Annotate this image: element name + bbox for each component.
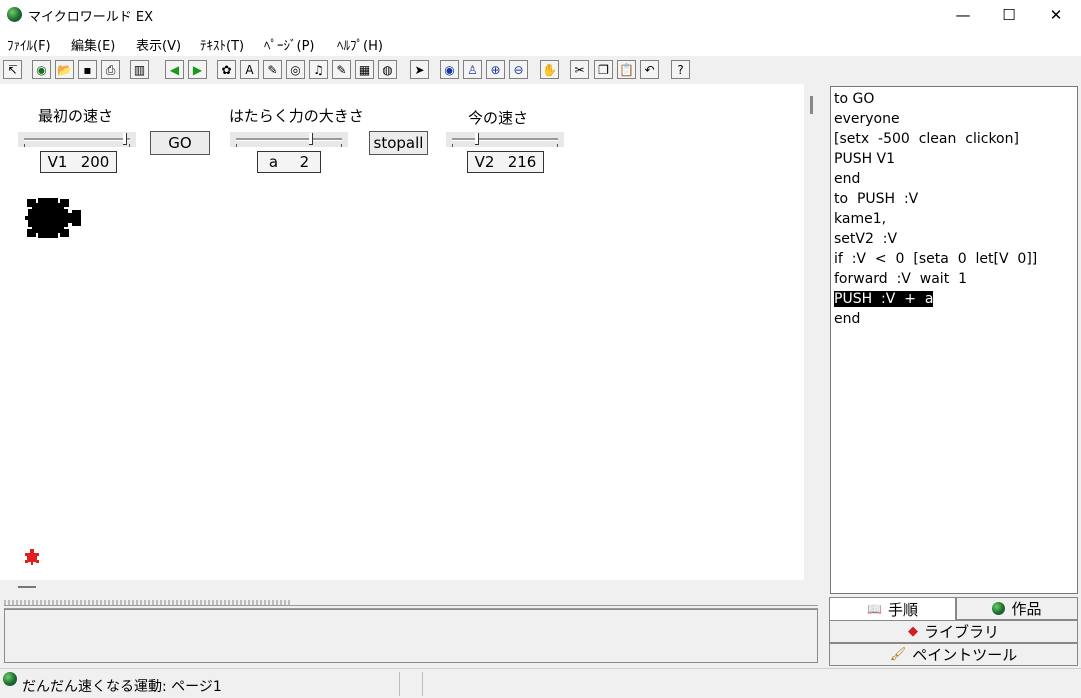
slider3-value: 216: [507, 153, 537, 171]
hscroll-thumb[interactable]: [18, 586, 36, 588]
slider2-track[interactable]: [230, 132, 348, 147]
stop-hand-icon[interactable]: ✋: [540, 60, 559, 79]
tab-procedures-label: 手順: [887, 600, 918, 619]
tab-library[interactable]: ◆ ライブラリ: [829, 620, 1078, 643]
tab-works-label: 作品: [1011, 600, 1042, 618]
status-bar: だんだん速くなる運動: ページ1: [0, 668, 1081, 698]
go-button[interactable]: GO: [150, 131, 210, 155]
maximize-button[interactable]: ☐: [986, 0, 1032, 30]
stopall-button[interactable]: stopall: [369, 131, 428, 155]
tab-paint-tools[interactable]: 🖌 ペイントツール: [829, 643, 1078, 666]
menu-page[interactable]: ﾍﾟｰｼﾞ(P): [264, 35, 314, 54]
stamp-icon[interactable]: ♙: [463, 60, 482, 79]
slider3-var: V2: [474, 153, 495, 171]
menu-edit[interactable]: 編集(E): [71, 35, 115, 54]
paint-icon[interactable]: ✎: [263, 60, 282, 79]
slider3-value-box: V2 216: [467, 151, 544, 173]
status-divider: [399, 672, 400, 696]
menu-help[interactable]: ﾍﾙﾌﾟ(H): [337, 35, 383, 54]
title-bar: マイクロワールド EX — ☐ ✕: [0, 0, 1081, 30]
help-icon[interactable]: ?: [671, 60, 690, 79]
code-line[interactable]: forward :V wait 1: [834, 271, 967, 287]
slider1-thumb[interactable]: [122, 133, 127, 145]
code-line[interactable]: end: [834, 171, 860, 187]
turtle-new-icon[interactable]: ✿: [217, 60, 236, 79]
slider1-track[interactable]: [18, 132, 136, 147]
slider2-label: はたらく力の大きさ: [229, 107, 364, 125]
code-line[interactable]: to PUSH :V: [834, 191, 918, 207]
status-globe-icon: [3, 672, 17, 686]
slider2-value-box: a 2: [257, 151, 321, 173]
menu-file[interactable]: ﾌｧｲﾙ(F): [7, 35, 51, 54]
book-icon: 📖: [867, 602, 882, 616]
minimize-button[interactable]: —: [940, 0, 986, 30]
app-globe-icon: [7, 7, 22, 22]
window-title: マイクロワールド EX: [28, 10, 153, 25]
tab-procedures[interactable]: 📖 手順: [829, 597, 956, 620]
tab-library-label: ライブラリ: [923, 623, 999, 641]
code-line[interactable]: to GO: [834, 91, 874, 107]
slider2-thumb[interactable]: [308, 133, 313, 145]
tab-works[interactable]: 作品: [956, 597, 1078, 620]
slider3-label: 今の速さ: [468, 109, 529, 127]
open-folder-icon[interactable]: 📂: [55, 60, 74, 79]
menu-bar: ﾌｧｲﾙ(F) 編集(E) 表示(V) ﾃｷｽﾄ(T) ﾍﾟｰｼﾞ(P) ﾍﾙﾌ…: [0, 30, 1081, 56]
layout-icon[interactable]: ▥: [130, 60, 149, 79]
music-icon[interactable]: ♫: [309, 60, 328, 79]
cut-icon[interactable]: ✂: [570, 60, 589, 79]
code-line[interactable]: [setx -500 clean clickon]: [834, 131, 1019, 147]
copy-icon[interactable]: ❐: [594, 60, 613, 79]
small-turtle-icon[interactable]: [24, 548, 40, 566]
sound-icon[interactable]: ◍: [378, 60, 397, 79]
melody-icon[interactable]: ✎: [332, 60, 351, 79]
slider3-thumb[interactable]: [474, 133, 479, 145]
save-icon[interactable]: ▪: [78, 60, 97, 79]
text-box-icon[interactable]: A: [240, 60, 259, 79]
slider1-label: 最初の速さ: [38, 107, 114, 125]
code-line[interactable]: end: [834, 311, 860, 327]
undo-icon[interactable]: ↶: [640, 60, 659, 79]
menu-text[interactable]: ﾃｷｽﾄ(T): [200, 35, 244, 54]
canvas-scroll-marker[interactable]: [810, 96, 813, 114]
slider1-var: V1: [47, 153, 68, 171]
print-icon[interactable]: ⎙: [101, 60, 120, 79]
menu-view[interactable]: 表示(V): [136, 35, 181, 54]
slider1-value: 200: [80, 153, 110, 171]
tab-paint-tools-label: ペイントツール: [912, 646, 1018, 664]
globe-icon[interactable]: ◉: [32, 60, 51, 79]
command-center[interactable]: [4, 609, 818, 663]
arrow-right-icon[interactable]: ▶: [188, 60, 207, 79]
shapes-icon: ◆: [907, 624, 918, 639]
zoom-in-icon[interactable]: ⊕: [486, 60, 505, 79]
brush-icon: 🖌: [889, 647, 907, 662]
globe-icon: [992, 602, 1006, 615]
slider3-track[interactable]: [446, 132, 564, 147]
video-icon[interactable]: ▦: [355, 60, 374, 79]
cursor-arrow-icon[interactable]: ↸: [3, 60, 22, 79]
pointer-icon[interactable]: ➤: [410, 60, 429, 79]
paste-icon[interactable]: 📋: [617, 60, 636, 79]
turtle-icon[interactable]: [24, 195, 84, 243]
code-line[interactable]: if :V < 0 [seta 0 let[V 0]]: [834, 251, 1037, 267]
canvas-hscroll[interactable]: [0, 580, 820, 609]
arrow-left-icon[interactable]: ◀: [165, 60, 184, 79]
slider2-value: 2: [299, 153, 310, 171]
status-page-label: だんだん速くなる運動: ページ1: [22, 679, 222, 695]
eye-icon[interactable]: ◉: [440, 60, 459, 79]
procedures-panel[interactable]: to GO everyone [setx -500 clean clickon] PU…: [830, 86, 1078, 594]
page-canvas[interactable]: 最初の速さ V1 200 GO はたらく力の大きさ a 2 stopall 今の…: [0, 84, 804, 580]
code-line-selected[interactable]: PUSH :V + a: [834, 291, 934, 307]
close-button[interactable]: ✕: [1033, 0, 1079, 30]
eye-shape-icon[interactable]: ◎: [286, 60, 305, 79]
toolbar: ↸ ◉ 📂 ▪ ⎙ ▥ ◀ ▶ ✿ A ✎ ◎ ♫ ✎ ▦ ◍ ➤ ◉ ♙ ⊕ ⊖ ✋ ✂ ❐ 📋 ↶?: [0, 56, 1081, 84]
code-line[interactable]: PUSH V1: [834, 151, 895, 167]
status-divider: [422, 672, 423, 696]
code-line[interactable]: kame1,: [834, 211, 886, 227]
code-line[interactable]: everyone: [834, 111, 900, 127]
slider2-var: a: [268, 153, 279, 171]
code-line[interactable]: setV2 :V: [834, 231, 897, 247]
zoom-out-icon[interactable]: ⊖: [509, 60, 528, 79]
slider1-value-box: V1 200: [40, 151, 117, 173]
